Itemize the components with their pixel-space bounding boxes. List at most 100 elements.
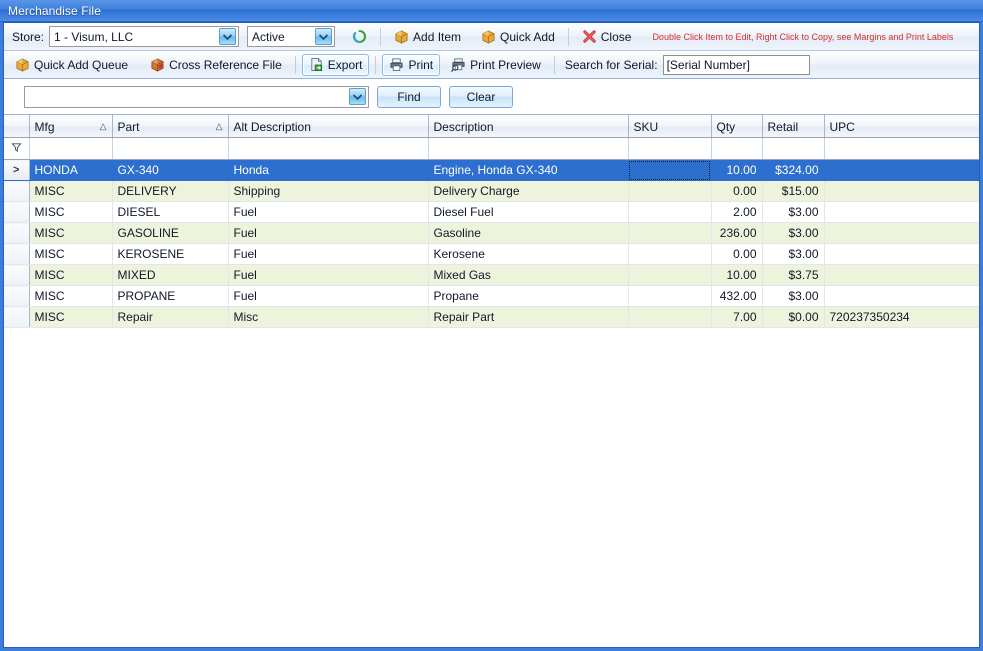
table-row[interactable]: MISC PROPANE Fuel Propane 432.00 $3.00 bbox=[4, 285, 979, 307]
cell-mfg[interactable]: MISC bbox=[29, 285, 113, 307]
filter-cell-description[interactable] bbox=[428, 137, 629, 160]
find-button[interactable]: Find bbox=[377, 85, 441, 108]
cell-upc[interactable] bbox=[824, 285, 979, 307]
store-select[interactable]: 1 - Visum, LLC bbox=[49, 26, 240, 47]
cell-upc[interactable] bbox=[824, 159, 979, 181]
cell-desc[interactable]: Delivery Charge bbox=[428, 180, 629, 202]
export-button[interactable]: Export bbox=[301, 53, 370, 76]
add-item-button[interactable]: Add Item bbox=[387, 26, 468, 48]
filter-cell-qty[interactable] bbox=[711, 137, 763, 160]
cell-sku[interactable] bbox=[628, 243, 712, 265]
table-row[interactable]: MISC GASOLINE Fuel Gasoline 236.00 $3.00 bbox=[4, 222, 979, 244]
cell-part[interactable]: DIESEL bbox=[112, 201, 229, 223]
cell-retail[interactable]: $3.75 bbox=[762, 264, 825, 286]
cell-retail[interactable]: $3.00 bbox=[762, 243, 825, 265]
row-indicator[interactable] bbox=[4, 180, 30, 202]
cell-mfg[interactable]: MISC bbox=[29, 306, 113, 328]
cell-desc[interactable]: Engine, Honda GX-340 bbox=[428, 159, 629, 181]
cell-qty[interactable]: 432.00 bbox=[711, 285, 763, 307]
filter-cell-mfg[interactable] bbox=[29, 137, 113, 160]
merchandise-grid[interactable]: Mfg △ Part △ Alt Description Description… bbox=[4, 115, 979, 647]
cell-qty[interactable]: 2.00 bbox=[711, 201, 763, 223]
cell-desc[interactable]: Kerosene bbox=[428, 243, 629, 265]
cell-alt[interactable]: Fuel bbox=[228, 243, 429, 265]
cell-part[interactable]: Repair bbox=[112, 306, 229, 328]
cell-mfg[interactable]: MISC bbox=[29, 201, 113, 223]
filter-row[interactable] bbox=[4, 137, 979, 160]
filter-cell-retail[interactable] bbox=[762, 137, 825, 160]
column-header-alt-description[interactable]: Alt Description bbox=[228, 115, 429, 138]
filter-funnel-icon[interactable] bbox=[4, 137, 30, 160]
cell-sku[interactable] bbox=[628, 222, 712, 244]
cell-mfg[interactable]: HONDA bbox=[29, 159, 113, 181]
table-row[interactable]: MISC MIXED Fuel Mixed Gas 10.00 $3.75 bbox=[4, 264, 979, 286]
chevron-down-icon[interactable] bbox=[349, 88, 366, 105]
cell-qty[interactable]: 10.00 bbox=[711, 159, 763, 181]
status-filter-select[interactable]: Active bbox=[247, 26, 336, 47]
clear-button[interactable]: Clear bbox=[449, 85, 513, 108]
cell-desc[interactable]: Gasoline bbox=[428, 222, 629, 244]
cell-qty[interactable]: 0.00 bbox=[711, 243, 763, 265]
cell-alt[interactable]: Honda bbox=[228, 159, 429, 181]
cell-alt[interactable]: Shipping bbox=[228, 180, 429, 202]
cell-upc[interactable] bbox=[824, 201, 979, 223]
table-row[interactable]: MISC KEROSENE Fuel Kerosene 0.00 $3.00 bbox=[4, 243, 979, 265]
cell-upc[interactable] bbox=[824, 264, 979, 286]
cell-qty[interactable]: 236.00 bbox=[711, 222, 763, 244]
cell-upc[interactable]: 720237350234 bbox=[824, 306, 979, 328]
chevron-down-icon[interactable] bbox=[219, 28, 237, 45]
column-header-retail[interactable]: Retail bbox=[762, 115, 825, 138]
cell-retail[interactable]: $0.00 bbox=[762, 306, 825, 328]
cell-part[interactable]: MIXED bbox=[112, 264, 229, 286]
cell-alt[interactable]: Fuel bbox=[228, 222, 429, 244]
cell-sku[interactable] bbox=[628, 201, 712, 223]
filter-cell-upc[interactable] bbox=[824, 137, 979, 160]
cell-part[interactable]: DELIVERY bbox=[112, 180, 229, 202]
cell-mfg[interactable]: MISC bbox=[29, 180, 113, 202]
chevron-down-icon[interactable] bbox=[315, 28, 333, 45]
quick-add-button[interactable]: Quick Add bbox=[474, 26, 562, 48]
cell-upc[interactable] bbox=[824, 243, 979, 265]
current-row-indicator[interactable]: > bbox=[4, 159, 30, 181]
filter-cell-part[interactable] bbox=[112, 137, 229, 160]
cell-mfg[interactable]: MISC bbox=[29, 264, 113, 286]
cell-mfg[interactable]: MISC bbox=[29, 222, 113, 244]
cell-mfg[interactable]: MISC bbox=[29, 243, 113, 265]
close-button[interactable]: Close bbox=[575, 26, 639, 48]
quick-add-queue-button[interactable]: Quick Add Queue bbox=[8, 54, 135, 76]
cell-qty[interactable]: 0.00 bbox=[711, 180, 763, 202]
cell-alt[interactable]: Fuel bbox=[228, 264, 429, 286]
column-header-mfg[interactable]: Mfg △ bbox=[29, 115, 113, 138]
cell-part[interactable]: GX-340 bbox=[112, 159, 229, 181]
filter-cell-alt-description[interactable] bbox=[228, 137, 429, 160]
column-header-description[interactable]: Description bbox=[428, 115, 629, 138]
print-preview-button[interactable]: Print Preview bbox=[444, 54, 548, 76]
row-indicator[interactable] bbox=[4, 306, 30, 328]
cell-part[interactable]: KEROSENE bbox=[112, 243, 229, 265]
cell-upc[interactable] bbox=[824, 222, 979, 244]
cell-alt[interactable]: Misc bbox=[228, 306, 429, 328]
cell-sku[interactable] bbox=[628, 264, 712, 286]
column-header-qty[interactable]: Qty bbox=[711, 115, 763, 138]
row-indicator[interactable] bbox=[4, 285, 30, 307]
cell-desc[interactable]: Repair Part bbox=[428, 306, 629, 328]
print-button[interactable]: Print bbox=[382, 53, 441, 76]
cell-desc[interactable]: Propane bbox=[428, 285, 629, 307]
table-row[interactable]: > HONDA GX-340 Honda Engine, Honda GX-340 10.… bbox=[4, 159, 979, 181]
cell-part[interactable]: PROPANE bbox=[112, 285, 229, 307]
row-indicator[interactable] bbox=[4, 222, 30, 244]
cell-alt[interactable]: Fuel bbox=[228, 285, 429, 307]
search-serial-input[interactable]: [Serial Number] bbox=[662, 54, 810, 75]
column-header-upc[interactable]: UPC bbox=[824, 115, 979, 138]
cell-retail[interactable]: $3.00 bbox=[762, 222, 825, 244]
cell-desc[interactable]: Mixed Gas bbox=[428, 264, 629, 286]
cell-qty[interactable]: 7.00 bbox=[711, 306, 763, 328]
cell-qty[interactable]: 10.00 bbox=[711, 264, 763, 286]
cell-sku[interactable] bbox=[628, 306, 712, 328]
filter-cell-sku[interactable] bbox=[628, 137, 712, 160]
refresh-button[interactable] bbox=[345, 26, 374, 48]
cell-upc[interactable] bbox=[824, 180, 979, 202]
table-row[interactable]: MISC DIESEL Fuel Diesel Fuel 2.00 $3.00 bbox=[4, 201, 979, 223]
column-header-sku[interactable]: SKU bbox=[628, 115, 712, 138]
cell-retail[interactable]: $15.00 bbox=[762, 180, 825, 202]
